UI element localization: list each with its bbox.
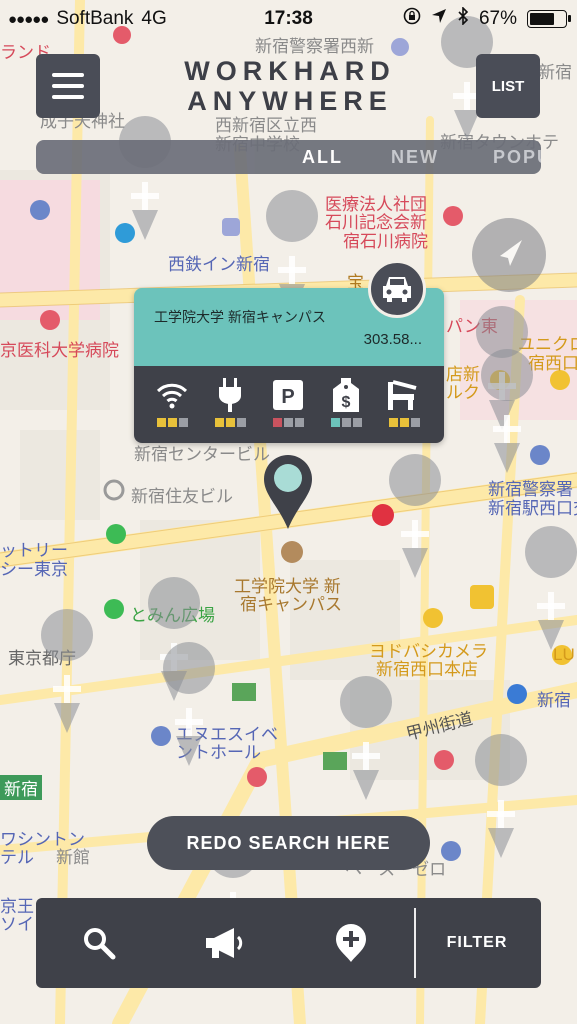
add-pin-icon xyxy=(336,924,366,962)
rating-bar xyxy=(156,418,166,427)
location-arrow-icon xyxy=(500,240,522,266)
rating-bar xyxy=(399,418,409,427)
rating-bar xyxy=(214,418,224,427)
place-pin[interactable] xyxy=(163,642,216,766)
amenity-wifi xyxy=(152,378,192,427)
menu-button[interactable] xyxy=(36,54,100,118)
search-icon xyxy=(84,928,116,960)
rating-bar xyxy=(178,418,188,427)
logo-line-2: ANYWHERE xyxy=(187,86,393,116)
place-pin[interactable] xyxy=(525,526,577,650)
list-button[interactable]: LIST xyxy=(476,54,540,118)
parking-icon: P xyxy=(268,378,308,412)
bottom-toolbar: FILTER xyxy=(36,898,541,988)
bluetooth-icon xyxy=(457,6,469,31)
add-place-button[interactable] xyxy=(308,898,394,988)
wifi-icon xyxy=(152,378,192,412)
tab-all[interactable]: ALL xyxy=(302,140,343,174)
place-pin[interactable] xyxy=(41,609,94,733)
locate-me-button[interactable] xyxy=(472,218,546,292)
place-name: 工学院大学 新宿キャンパス xyxy=(154,309,326,325)
tab-bar: ALL NEW POPULA xyxy=(36,140,541,174)
amenity-parking: P xyxy=(268,378,308,427)
amenity-power xyxy=(210,378,250,427)
place-pin[interactable] xyxy=(475,734,528,858)
redo-search-button[interactable]: REDO SEARCH HERE xyxy=(147,816,430,870)
rating-bar xyxy=(236,418,246,427)
rating-bars xyxy=(152,418,192,427)
location-services-icon xyxy=(431,8,447,30)
place-pin[interactable] xyxy=(119,116,172,240)
rating-bars xyxy=(326,418,366,427)
place-pin[interactable] xyxy=(389,454,442,578)
hamburger-line xyxy=(52,73,84,77)
rating-bar xyxy=(283,418,293,427)
rating-bar xyxy=(410,418,420,427)
rating-bars xyxy=(210,418,250,427)
toolbar-divider xyxy=(414,908,416,978)
status-bar: ●●●●● SoftBank 4G 17:38 67% xyxy=(0,0,577,38)
power-plug-icon xyxy=(210,378,250,412)
announce-button[interactable] xyxy=(182,898,268,988)
hamburger-line xyxy=(52,84,84,88)
place-pin[interactable] xyxy=(340,676,393,800)
seat-icon xyxy=(384,378,424,412)
rating-bar xyxy=(330,418,340,427)
rating-bar xyxy=(167,418,177,427)
hamburger-line xyxy=(52,95,84,99)
battery-percentage: 67% xyxy=(478,8,517,29)
amenity-seats xyxy=(384,378,424,427)
rating-bars xyxy=(384,418,424,427)
tab-new[interactable]: NEW xyxy=(391,140,439,174)
search-button[interactable] xyxy=(56,898,142,988)
svg-text:P: P xyxy=(281,386,294,408)
tab-popular[interactable]: POPULA xyxy=(493,140,541,174)
place-distance: 303.58... xyxy=(363,331,422,348)
rating-bar xyxy=(388,418,398,427)
rotation-lock-icon xyxy=(403,7,421,31)
amenity-row: P $ xyxy=(134,366,444,443)
directions-button[interactable] xyxy=(368,260,426,318)
rating-bar xyxy=(294,418,304,427)
filter-button[interactable]: FILTER xyxy=(420,898,534,988)
logo-line-1: WORKHARD xyxy=(184,56,396,86)
rating-bar xyxy=(225,418,235,427)
rating-bar xyxy=(341,418,351,427)
rating-bar xyxy=(272,418,282,427)
svg-text:$: $ xyxy=(342,394,351,411)
price-tag-icon: $ xyxy=(326,378,366,412)
selected-place-pin[interactable] xyxy=(264,455,312,529)
rating-bar xyxy=(352,418,362,427)
app-logo: WORKHARD ANYWHERE xyxy=(150,56,430,116)
megaphone-icon xyxy=(206,928,243,958)
amenity-price: $ xyxy=(326,378,366,427)
rating-bars xyxy=(268,418,308,427)
car-icon xyxy=(383,277,411,302)
battery-icon xyxy=(527,10,571,28)
